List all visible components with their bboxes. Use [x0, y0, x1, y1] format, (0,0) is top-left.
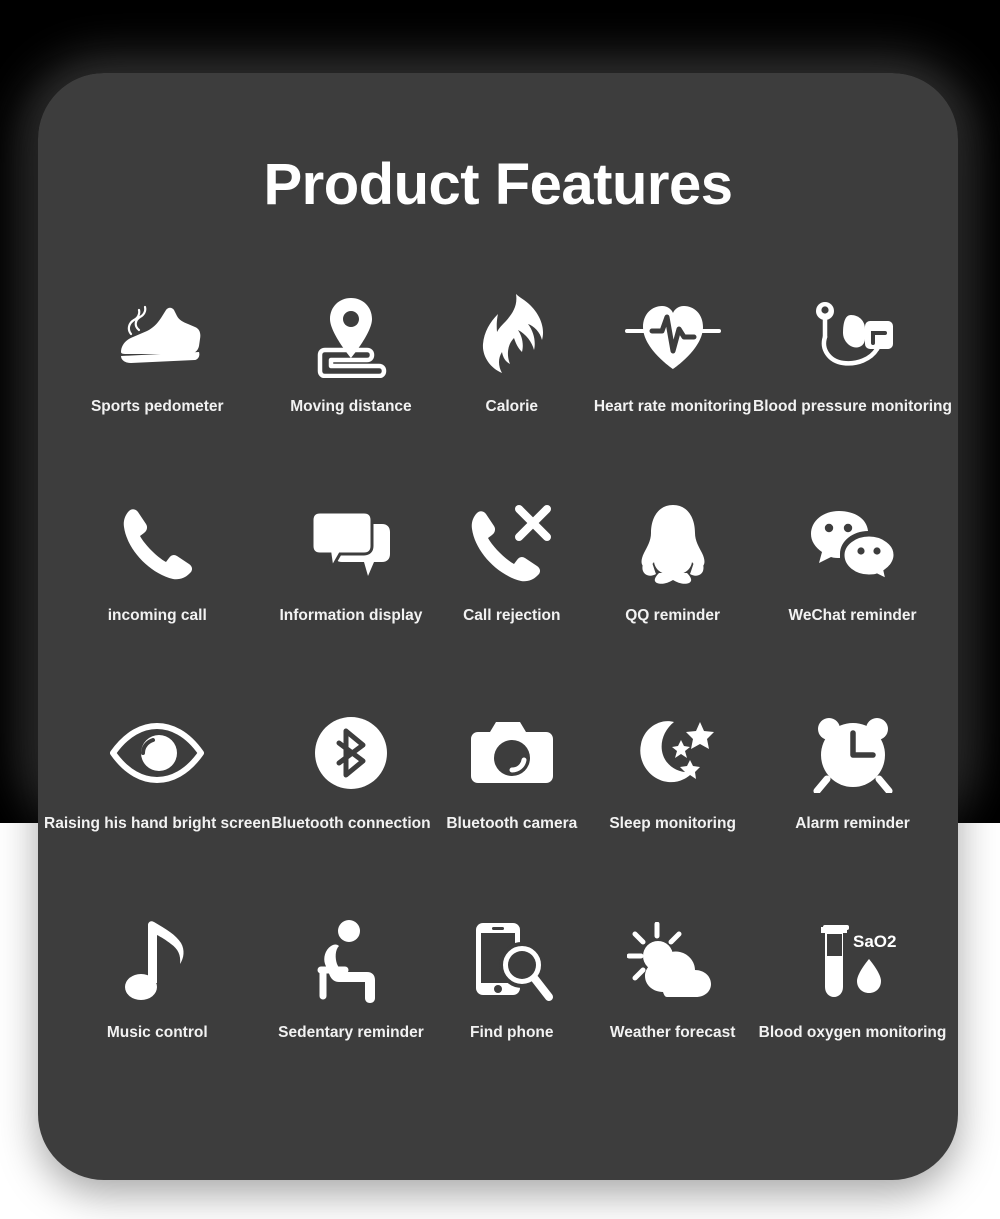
feature-grid: Sports pedometer Moving distance Calorie… — [38, 218, 958, 1148]
phone-handset-icon — [119, 497, 195, 593]
feature-label: Sports pedometer — [90, 398, 224, 415]
feature-label: QQ reminder — [625, 606, 720, 624]
music-note-icon — [124, 914, 190, 1010]
feature-item-calorie[interactable]: Calorie — [431, 274, 592, 483]
moon-stars-icon — [630, 705, 716, 801]
feature-label: Calorie — [485, 398, 539, 415]
feature-label: Moving distance — [290, 398, 412, 415]
wechat-icon — [809, 497, 897, 593]
feature-item-weather-forecast[interactable]: Weather forecast — [592, 900, 753, 1109]
feature-label: Music control — [106, 1023, 208, 1041]
feature-label: Information display — [279, 606, 423, 624]
eye-icon — [109, 705, 205, 801]
feature-label: Bluetooth connection — [271, 815, 431, 832]
flame-icon — [472, 288, 552, 384]
sao2-label: SaO2 — [853, 932, 896, 951]
page-title: Product Features — [263, 152, 734, 217]
feature-label: Find phone — [470, 1023, 554, 1041]
feature-label: Weather forecast — [609, 1023, 736, 1041]
shoe-icon — [109, 288, 205, 384]
feature-label: Heart rate monitoring — [593, 398, 752, 415]
blood-pressure-cuff-icon — [807, 288, 899, 384]
heart-pulse-icon — [623, 288, 723, 384]
feature-item-moving-distance[interactable]: Moving distance — [271, 274, 432, 483]
feature-label: incoming call — [107, 606, 207, 624]
feature-item-incoming-call[interactable]: incoming call — [44, 483, 271, 692]
feature-item-find-phone[interactable]: Find phone — [431, 900, 592, 1109]
feature-label: Call rejection — [463, 606, 561, 624]
feature-label: Sleep monitoring — [609, 815, 736, 832]
sun-cloud-icon — [626, 914, 719, 1010]
alarm-clock-icon — [811, 705, 895, 801]
test-tube-drop-icon: SaO2 — [807, 914, 899, 1010]
feature-item-alarm-reminder[interactable]: Alarm reminder — [753, 691, 952, 900]
feature-item-music-control[interactable]: Music control — [44, 900, 271, 1109]
feature-item-raise-to-wake[interactable]: Raising his hand bright screen — [44, 691, 271, 900]
feature-item-qq-reminder[interactable]: QQ reminder — [592, 483, 753, 692]
feature-label: Blood oxygen monitoring — [758, 1023, 947, 1041]
feature-label: Blood pressure monitoring — [753, 398, 952, 415]
feature-label: Bluetooth camera — [446, 815, 578, 832]
feature-item-sedentary-reminder[interactable]: Sedentary reminder — [271, 900, 432, 1109]
feature-item-blood-pressure[interactable]: Blood pressure monitoring — [753, 274, 952, 483]
feature-item-wechat-reminder[interactable]: WeChat reminder — [753, 483, 952, 692]
map-pin-icon — [303, 288, 399, 384]
phone-magnifier-icon — [470, 914, 554, 1010]
feature-item-heart-rate[interactable]: Heart rate monitoring — [592, 274, 753, 483]
product-features-card: Product Features Sports pedometer Moving… — [38, 73, 958, 1180]
feature-item-blood-oxygen[interactable]: SaO2 Blood oxygen monitoring — [753, 900, 952, 1109]
feature-label: WeChat reminder — [788, 606, 917, 624]
feature-item-bluetooth-connection[interactable]: Bluetooth connection — [271, 691, 432, 900]
feature-item-sports-pedometer[interactable]: Sports pedometer — [44, 274, 271, 483]
feature-item-call-rejection[interactable]: Call rejection — [431, 483, 592, 692]
feature-label: Sedentary reminder — [278, 1023, 424, 1041]
qq-penguin-icon — [635, 497, 711, 593]
feature-item-information-display[interactable]: Information display — [271, 483, 432, 692]
speech-bubbles-icon — [308, 497, 394, 593]
camera-icon — [470, 705, 554, 801]
sitting-person-icon — [315, 914, 387, 1010]
feature-item-sleep-monitoring[interactable]: Sleep monitoring — [592, 691, 753, 900]
phone-decline-icon — [469, 497, 555, 593]
feature-label: Raising his hand bright screen — [44, 815, 271, 832]
bluetooth-circle-icon — [313, 705, 389, 801]
feature-label: Alarm reminder — [795, 815, 910, 832]
feature-item-bluetooth-camera[interactable]: Bluetooth camera — [431, 691, 592, 900]
